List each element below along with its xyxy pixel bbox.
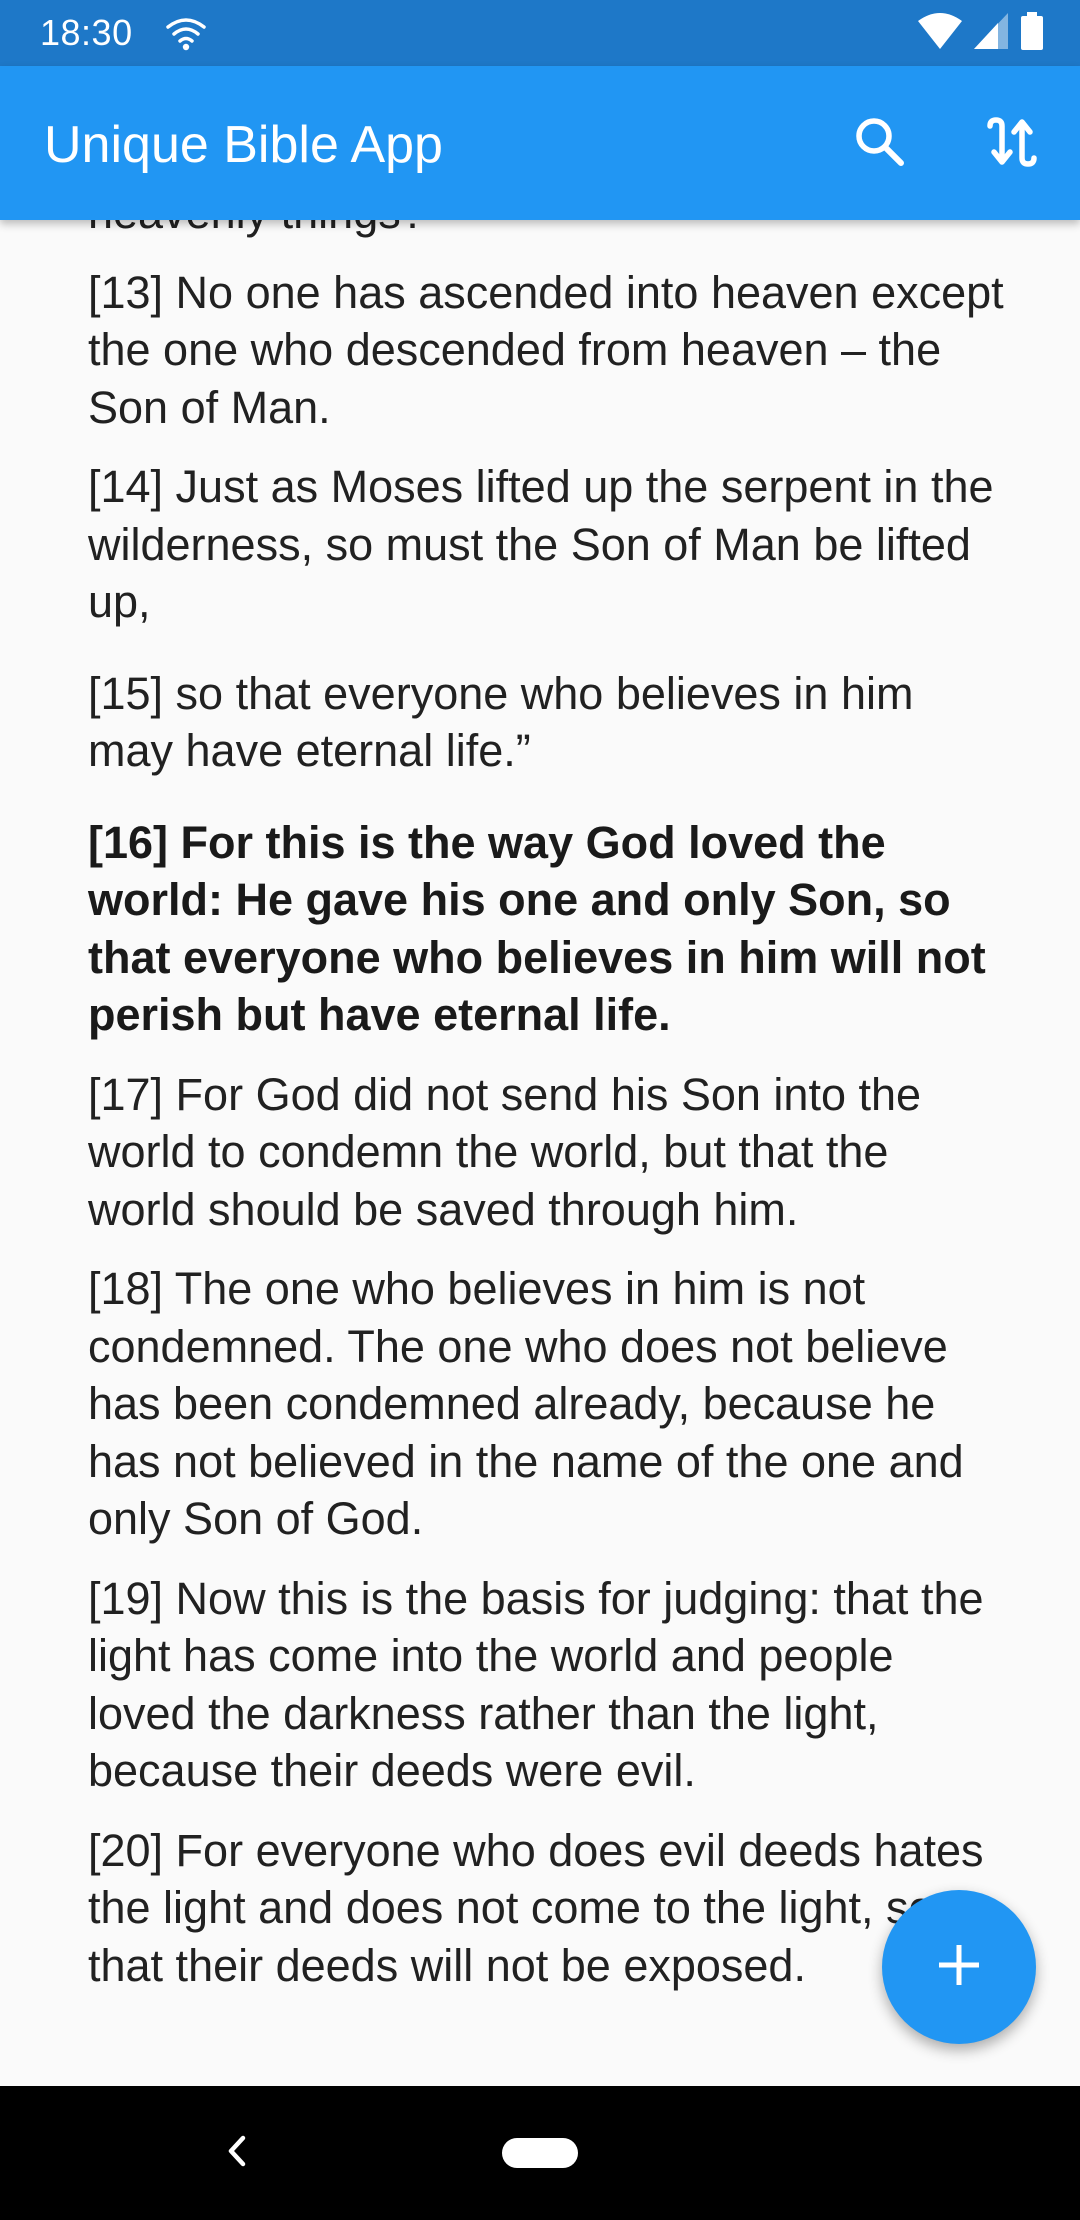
battery-icon [1020, 11, 1044, 55]
app-title: Unique Bible App [44, 116, 443, 174]
search-button[interactable] [842, 106, 918, 182]
wifi-signal-icon [918, 12, 962, 54]
status-bar: 18:30 [0, 0, 1080, 66]
bible-content[interactable]: heavenly things? [13] No one has ascende… [0, 220, 1080, 2086]
add-fab-button[interactable] [882, 1890, 1036, 2044]
verse-12-tail[interactable]: heavenly things? [88, 220, 1008, 242]
verse-18[interactable]: [18] The one who believes in him is not … [88, 1260, 1008, 1548]
cell-signal-icon [974, 12, 1008, 54]
home-pill-icon[interactable] [502, 2138, 578, 2168]
verse-20[interactable]: [20] For everyone who does evil deeds ha… [88, 1822, 1008, 1995]
back-chevron-icon [225, 2134, 249, 2173]
verse-19[interactable]: [19] Now this is the basis for judging: … [88, 1570, 1008, 1800]
back-button[interactable] [214, 2130, 260, 2176]
wifi-icon [166, 17, 206, 51]
verse-list: heavenly things? [13] No one has ascende… [88, 220, 1008, 2016]
verse-16-highlighted[interactable]: [16] For this is the way God loved the w… [88, 814, 1008, 1044]
plus-icon [937, 1943, 981, 1992]
app-bar: Unique Bible App [0, 66, 1080, 220]
verse-15[interactable]: [15] so that everyone who believes in hi… [88, 665, 1008, 780]
status-icons [918, 11, 1044, 55]
sync-swap-icon [984, 116, 1040, 173]
verse-13[interactable]: [13] No one has ascended into heaven exc… [88, 264, 1008, 437]
verse-17[interactable]: [17] For God did not send his Son into t… [88, 1066, 1008, 1239]
system-navigation-bar [0, 2086, 1080, 2220]
sync-button[interactable] [974, 106, 1050, 182]
search-icon [854, 116, 906, 173]
verse-14[interactable]: [14] Just as Moses lifted up the serpent… [88, 458, 1008, 631]
status-time: 18:30 [40, 12, 133, 53]
